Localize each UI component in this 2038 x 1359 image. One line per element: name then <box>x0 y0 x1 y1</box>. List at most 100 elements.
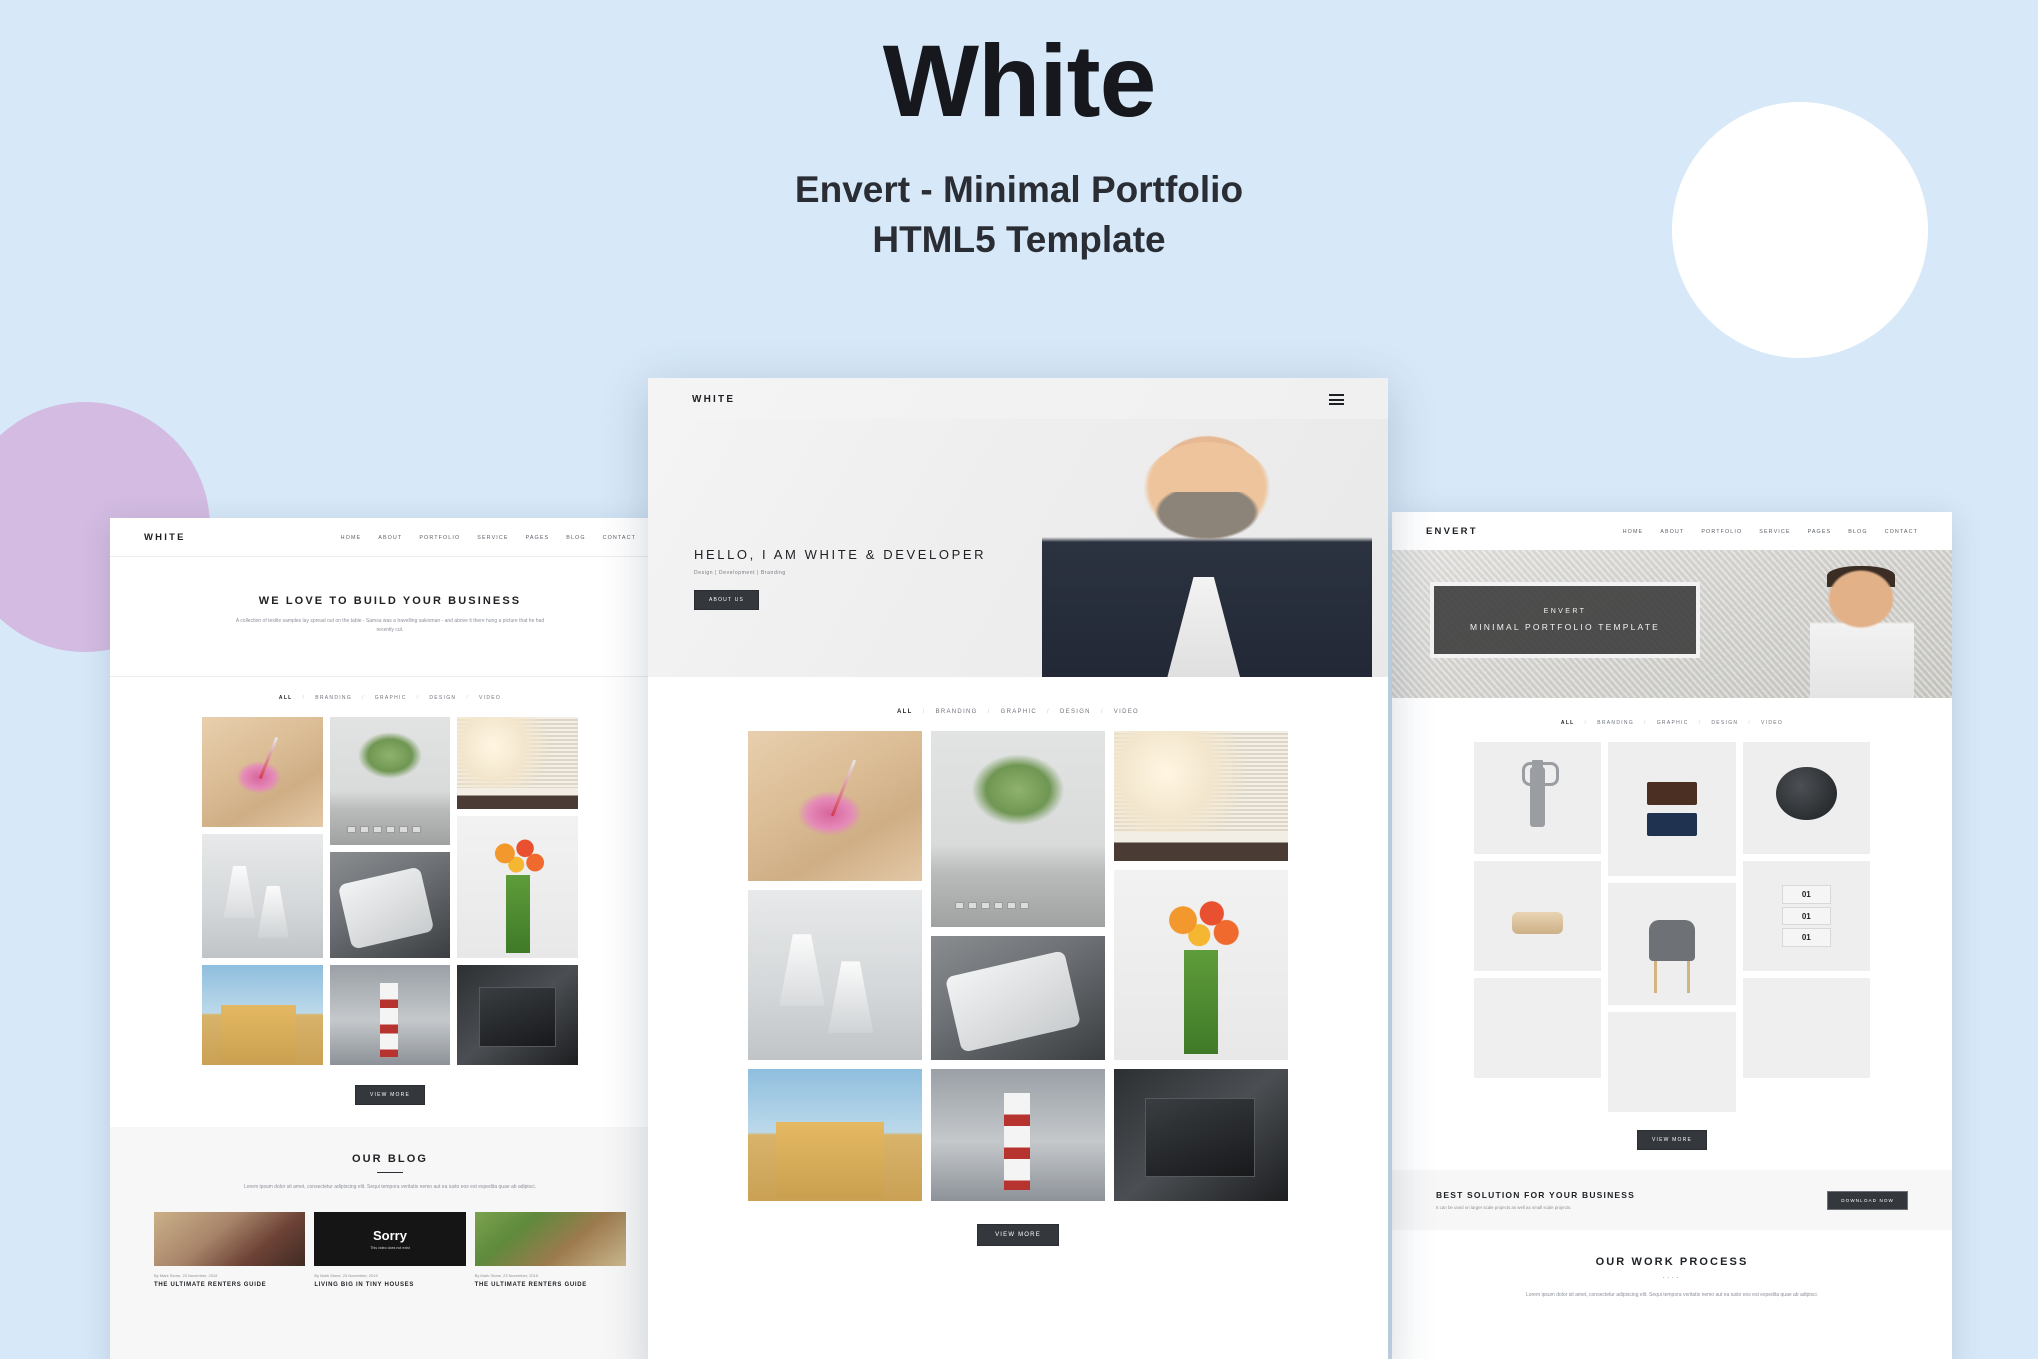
process-title: OUR WORK PROCESS <box>1595 1256 1749 1268</box>
nav-item-contact[interactable]: CONTACT <box>1885 529 1918 535</box>
nav-item-pages[interactable]: PAGES <box>1808 529 1832 535</box>
portfolio-tile-phone-counter[interactable] <box>329 851 451 958</box>
filter-separator: / <box>362 694 365 701</box>
beard <box>1150 492 1264 542</box>
blog-card[interactable]: Sorry This video does not exist By Mark … <box>314 1212 466 1288</box>
center-brand-logo[interactable]: WHITE <box>692 394 735 405</box>
view-more-button[interactable]: VIEW MORE <box>977 1224 1059 1246</box>
left-heading: WE LOVE TO BUILD YOUR BUSINESS <box>258 595 522 607</box>
blog-image-video-placeholder[interactable]: Sorry This video does not exist <box>314 1212 466 1267</box>
mockup-right[interactable]: ENVERT HOME ABOUT PORTFOLIO SERVICE PAGE… <box>1392 512 1952 1359</box>
page-title: White <box>882 24 1157 138</box>
filter-graphic[interactable]: GRAPHIC <box>1001 709 1037 715</box>
filter-video[interactable]: VIDEO <box>1761 720 1783 726</box>
decor-knobs <box>955 902 1030 910</box>
hero-button-wrap: ABOUT US <box>694 588 986 610</box>
right-cta-section: BEST SOLUTION FOR YOUR BUSINESS It can b… <box>1392 1170 1952 1230</box>
left-portfolio-filters: ALL / BRANDING / GRAPHIC / DESIGN / VIDE… <box>110 677 670 701</box>
portfolio-tile-heart-cup[interactable] <box>748 731 922 881</box>
nav-item-blog[interactable]: BLOG <box>1848 529 1867 535</box>
hero-text-block: HELLO, I AM WHITE & DEVELOPER Design | D… <box>694 547 986 610</box>
product-tile-pink-object[interactable] <box>1474 978 1602 1078</box>
center-portfolio-grid <box>748 731 1288 1201</box>
mockup-left[interactable]: WHITE HOME ABOUT PORTFOLIO SERVICE PAGES… <box>110 518 670 1359</box>
portfolio-tile-yellow-house[interactable] <box>748 1069 922 1201</box>
portfolio-tile-heart-cup[interactable] <box>202 716 323 827</box>
blog-cards-row: By Mark Stone, 23 November, 2015 THE ULT… <box>154 1212 626 1288</box>
download-now-button[interactable]: DOWNLOAD NOW <box>1827 1190 1908 1210</box>
blog-title[interactable]: THE ULTIMATE RENTERS GUIDE <box>475 1282 626 1288</box>
nav-item-portfolio[interactable]: PORTFOLIO <box>419 535 460 541</box>
nav-item-home[interactable]: HOME <box>1623 529 1644 535</box>
filter-video[interactable]: VIDEO <box>1114 709 1139 715</box>
blog-title[interactable]: THE ULTIMATE RENTERS GUIDE <box>154 1282 305 1288</box>
product-tile-side-table[interactable] <box>1742 978 1870 1078</box>
grid-column <box>1114 731 1288 1201</box>
nav-item-portfolio[interactable]: PORTFOLIO <box>1701 529 1742 535</box>
filter-branding[interactable]: BRANDING <box>315 695 352 701</box>
portfolio-tile-tulip-bouquet[interactable] <box>457 815 579 958</box>
filter-branding[interactable]: BRANDING <box>936 709 978 715</box>
product-tile-wooden-box[interactable] <box>1474 861 1602 971</box>
nav-item-pages[interactable]: PAGES <box>526 535 550 541</box>
portfolio-tile-pendant-lamps[interactable] <box>202 833 323 958</box>
portfolio-tile-lighthouse[interactable] <box>329 964 451 1065</box>
product-tile-wall-clock[interactable] <box>1742 742 1870 854</box>
blog-image-goat[interactable] <box>474 1212 626 1267</box>
filter-video[interactable]: VIDEO <box>479 695 501 701</box>
portfolio-tile-tulip-bouquet[interactable] <box>1114 870 1288 1060</box>
right-navbar: ENVERT HOME ABOUT PORTFOLIO SERVICE PAGE… <box>1392 512 1952 550</box>
portfolio-tile-potted-plant[interactable] <box>931 731 1105 927</box>
nav-item-about[interactable]: ABOUT <box>378 535 402 541</box>
portfolio-tile-lighthouse[interactable] <box>931 1069 1105 1201</box>
right-brand-logo[interactable]: ENVERT <box>1426 526 1478 537</box>
product-tile-bottle-opener[interactable] <box>1474 742 1602 854</box>
blog-image-dog[interactable] <box>154 1212 306 1267</box>
nav-item-service[interactable]: SERVICE <box>477 535 508 541</box>
hamburger-icon[interactable] <box>1329 394 1344 405</box>
portfolio-tile-windowsill-plant[interactable] <box>1114 731 1288 861</box>
filter-all[interactable]: ALL <box>279 695 293 701</box>
nav-item-about[interactable]: ABOUT <box>1660 529 1684 535</box>
filter-graphic[interactable]: GRAPHIC <box>375 695 407 701</box>
portfolio-tile-pendant-lamps[interactable] <box>748 890 922 1060</box>
nav-item-service[interactable]: SERVICE <box>1759 529 1790 535</box>
blog-meta: By Mark Stone, 23 November, 2015 <box>474 1273 539 1279</box>
portfolio-tile-yellow-house[interactable] <box>202 964 323 1065</box>
product-label-01: 01 <box>1782 928 1831 948</box>
left-brand-logo[interactable]: WHITE <box>144 532 186 543</box>
filter-all[interactable]: ALL <box>897 709 913 715</box>
filter-design[interactable]: DESIGN <box>429 695 456 701</box>
filter-design[interactable]: DESIGN <box>1711 720 1738 726</box>
blog-card[interactable]: By Mark Stone, 23 November, 2015 THE ULT… <box>474 1212 626 1288</box>
portfolio-tile-laptop-dark[interactable] <box>1114 1069 1288 1201</box>
filter-branding[interactable]: BRANDING <box>1597 720 1634 726</box>
mockup-center[interactable]: WHITE HELLO, I AM WHITE & DEVELOPER Desi… <box>648 378 1388 1359</box>
nav-item-contact[interactable]: CONTACT <box>603 535 636 541</box>
video-error-title: Sorry <box>373 1228 407 1244</box>
product-tile-radko-jars[interactable] <box>1608 742 1736 876</box>
filter-separator: / <box>1644 720 1647 726</box>
portfolio-tile-potted-plant[interactable] <box>329 716 451 845</box>
filter-design[interactable]: DESIGN <box>1060 709 1091 715</box>
left-blog-section: OUR BLOG Lorem ipsum dolor sit amet, con… <box>110 1126 670 1359</box>
grid-column <box>931 731 1105 1201</box>
view-more-button[interactable]: VIEW MORE <box>355 1084 425 1105</box>
product-tile-numbered-jars[interactable]: 01 01 01 <box>1742 861 1870 971</box>
filter-separator: / <box>922 709 926 715</box>
about-us-button[interactable]: ABOUT US <box>694 590 760 610</box>
view-more-button[interactable]: VIEW MORE <box>1637 1130 1707 1150</box>
filter-all[interactable]: ALL <box>1561 720 1575 726</box>
blog-card[interactable]: By Mark Stone, 23 November, 2015 THE ULT… <box>154 1212 306 1288</box>
product-tile-lounge-chair[interactable] <box>1608 883 1736 1005</box>
filter-graphic[interactable]: GRAPHIC <box>1657 720 1689 726</box>
portfolio-tile-windowsill-plant[interactable] <box>457 716 579 809</box>
nav-item-blog[interactable]: BLOG <box>566 535 585 541</box>
center-navbar: WHITE <box>648 378 1388 419</box>
nav-item-home[interactable]: HOME <box>341 535 362 541</box>
blog-title[interactable]: LIVING BIG IN TINY HOUSES <box>314 1282 465 1288</box>
product-tile-bottle-cup[interactable] <box>1608 1012 1736 1112</box>
left-nav-links: HOME ABOUT PORTFOLIO SERVICE PAGES BLOG … <box>341 535 636 541</box>
portfolio-tile-laptop-dark[interactable] <box>457 964 579 1065</box>
portfolio-tile-phone-counter[interactable] <box>931 936 1105 1060</box>
